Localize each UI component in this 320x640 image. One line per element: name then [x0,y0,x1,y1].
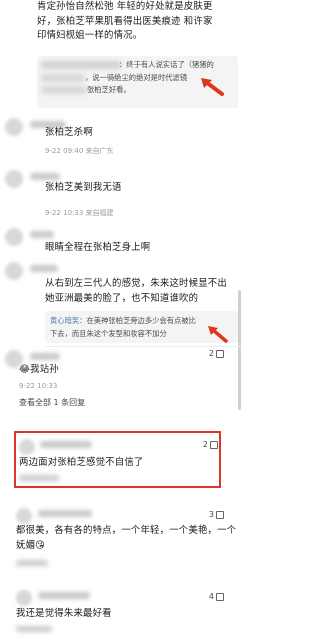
comment-meta: 9-22 09:40 来自广东 [45,147,114,155]
scrollbar[interactable] [238,290,241,410]
comment-meta: 9-22 10:33 [19,382,58,390]
arrow-icon [201,78,224,96]
comment-text: 眼睛全程在张柏芝身上啊 [45,242,151,253]
quote-line: 下去，而且朱这个发型和妆容不加分 [50,329,167,338]
thumb-up-icon [216,592,224,601]
username[interactable] [30,265,58,272]
comment-text: 我还是觉得朱来最好看 [16,608,112,619]
comment-feed[interactable]: { "comments": [ { "text_lines": ["肯定孙怡自然… [0,0,242,640]
comment-text: 张柏芝杀啊 [45,127,93,138]
avatar[interactable] [5,170,23,188]
comment-text: 两边面对张柏芝感觉不自信了 [19,457,144,468]
like-button[interactable]: 4 [209,592,224,601]
quote-line: 张柏芝好看。 [87,85,131,94]
avatar[interactable] [5,118,23,136]
like-button[interactable]: 2 [203,440,218,449]
quote-line: 黄心暗笑：在美神张柏芝旁边多少会有点被比 [50,316,196,325]
blurred-meta [16,560,48,566]
blurred-meta [16,626,52,632]
comment-text: 肯定孙怡自然松弛 年轻的好处就是皮肤更 好，张柏芝苹果肌看得出医美痕迹 和许家 … [37,1,213,41]
thumb-up-icon [216,349,224,358]
comment-meta: 9-22 10:33 来自福建 [45,209,114,217]
comment-text: 张柏芝美到我无语 [45,182,122,193]
username[interactable] [38,592,90,599]
blurred-meta [19,475,59,481]
username[interactable] [40,441,92,448]
quote-line: ：终于有人说实话了（猪猪的 [119,60,214,69]
blurred-username [41,61,121,69]
divider [45,346,242,347]
quote-line: ，说一骑绝尘的绝对是时代滤镜 [85,73,188,82]
avatar[interactable] [5,262,23,280]
avatar[interactable] [19,439,35,455]
username[interactable] [30,173,60,180]
quote-username: 黄心暗笑 [50,316,80,325]
like-button[interactable]: 2 [209,349,224,358]
avatar[interactable] [16,508,32,524]
comment-text: 都很美，各有各的特点，一个年轻，一个美艳，一个 妩媚😘 [16,525,237,551]
avatar[interactable] [5,228,23,246]
username[interactable] [30,231,54,238]
blurred-username [41,74,85,82]
like-button[interactable]: 3 [209,510,224,519]
thumb-up-icon [216,510,224,519]
blurred-username [41,86,87,94]
comment-text: 从右到左三代人的感觉，朱来这时候显不出 她亚洲最美的脸了，也不知道谁吹的 [45,278,227,304]
username[interactable] [38,510,92,517]
avatar[interactable] [16,590,32,606]
comment-text: 😂我站孙 [19,364,59,375]
thumb-up-icon [210,440,218,449]
arrow-icon [208,326,228,343]
username[interactable] [30,353,60,360]
view-replies-link[interactable]: 查看全部 1 条回复 [19,397,85,408]
